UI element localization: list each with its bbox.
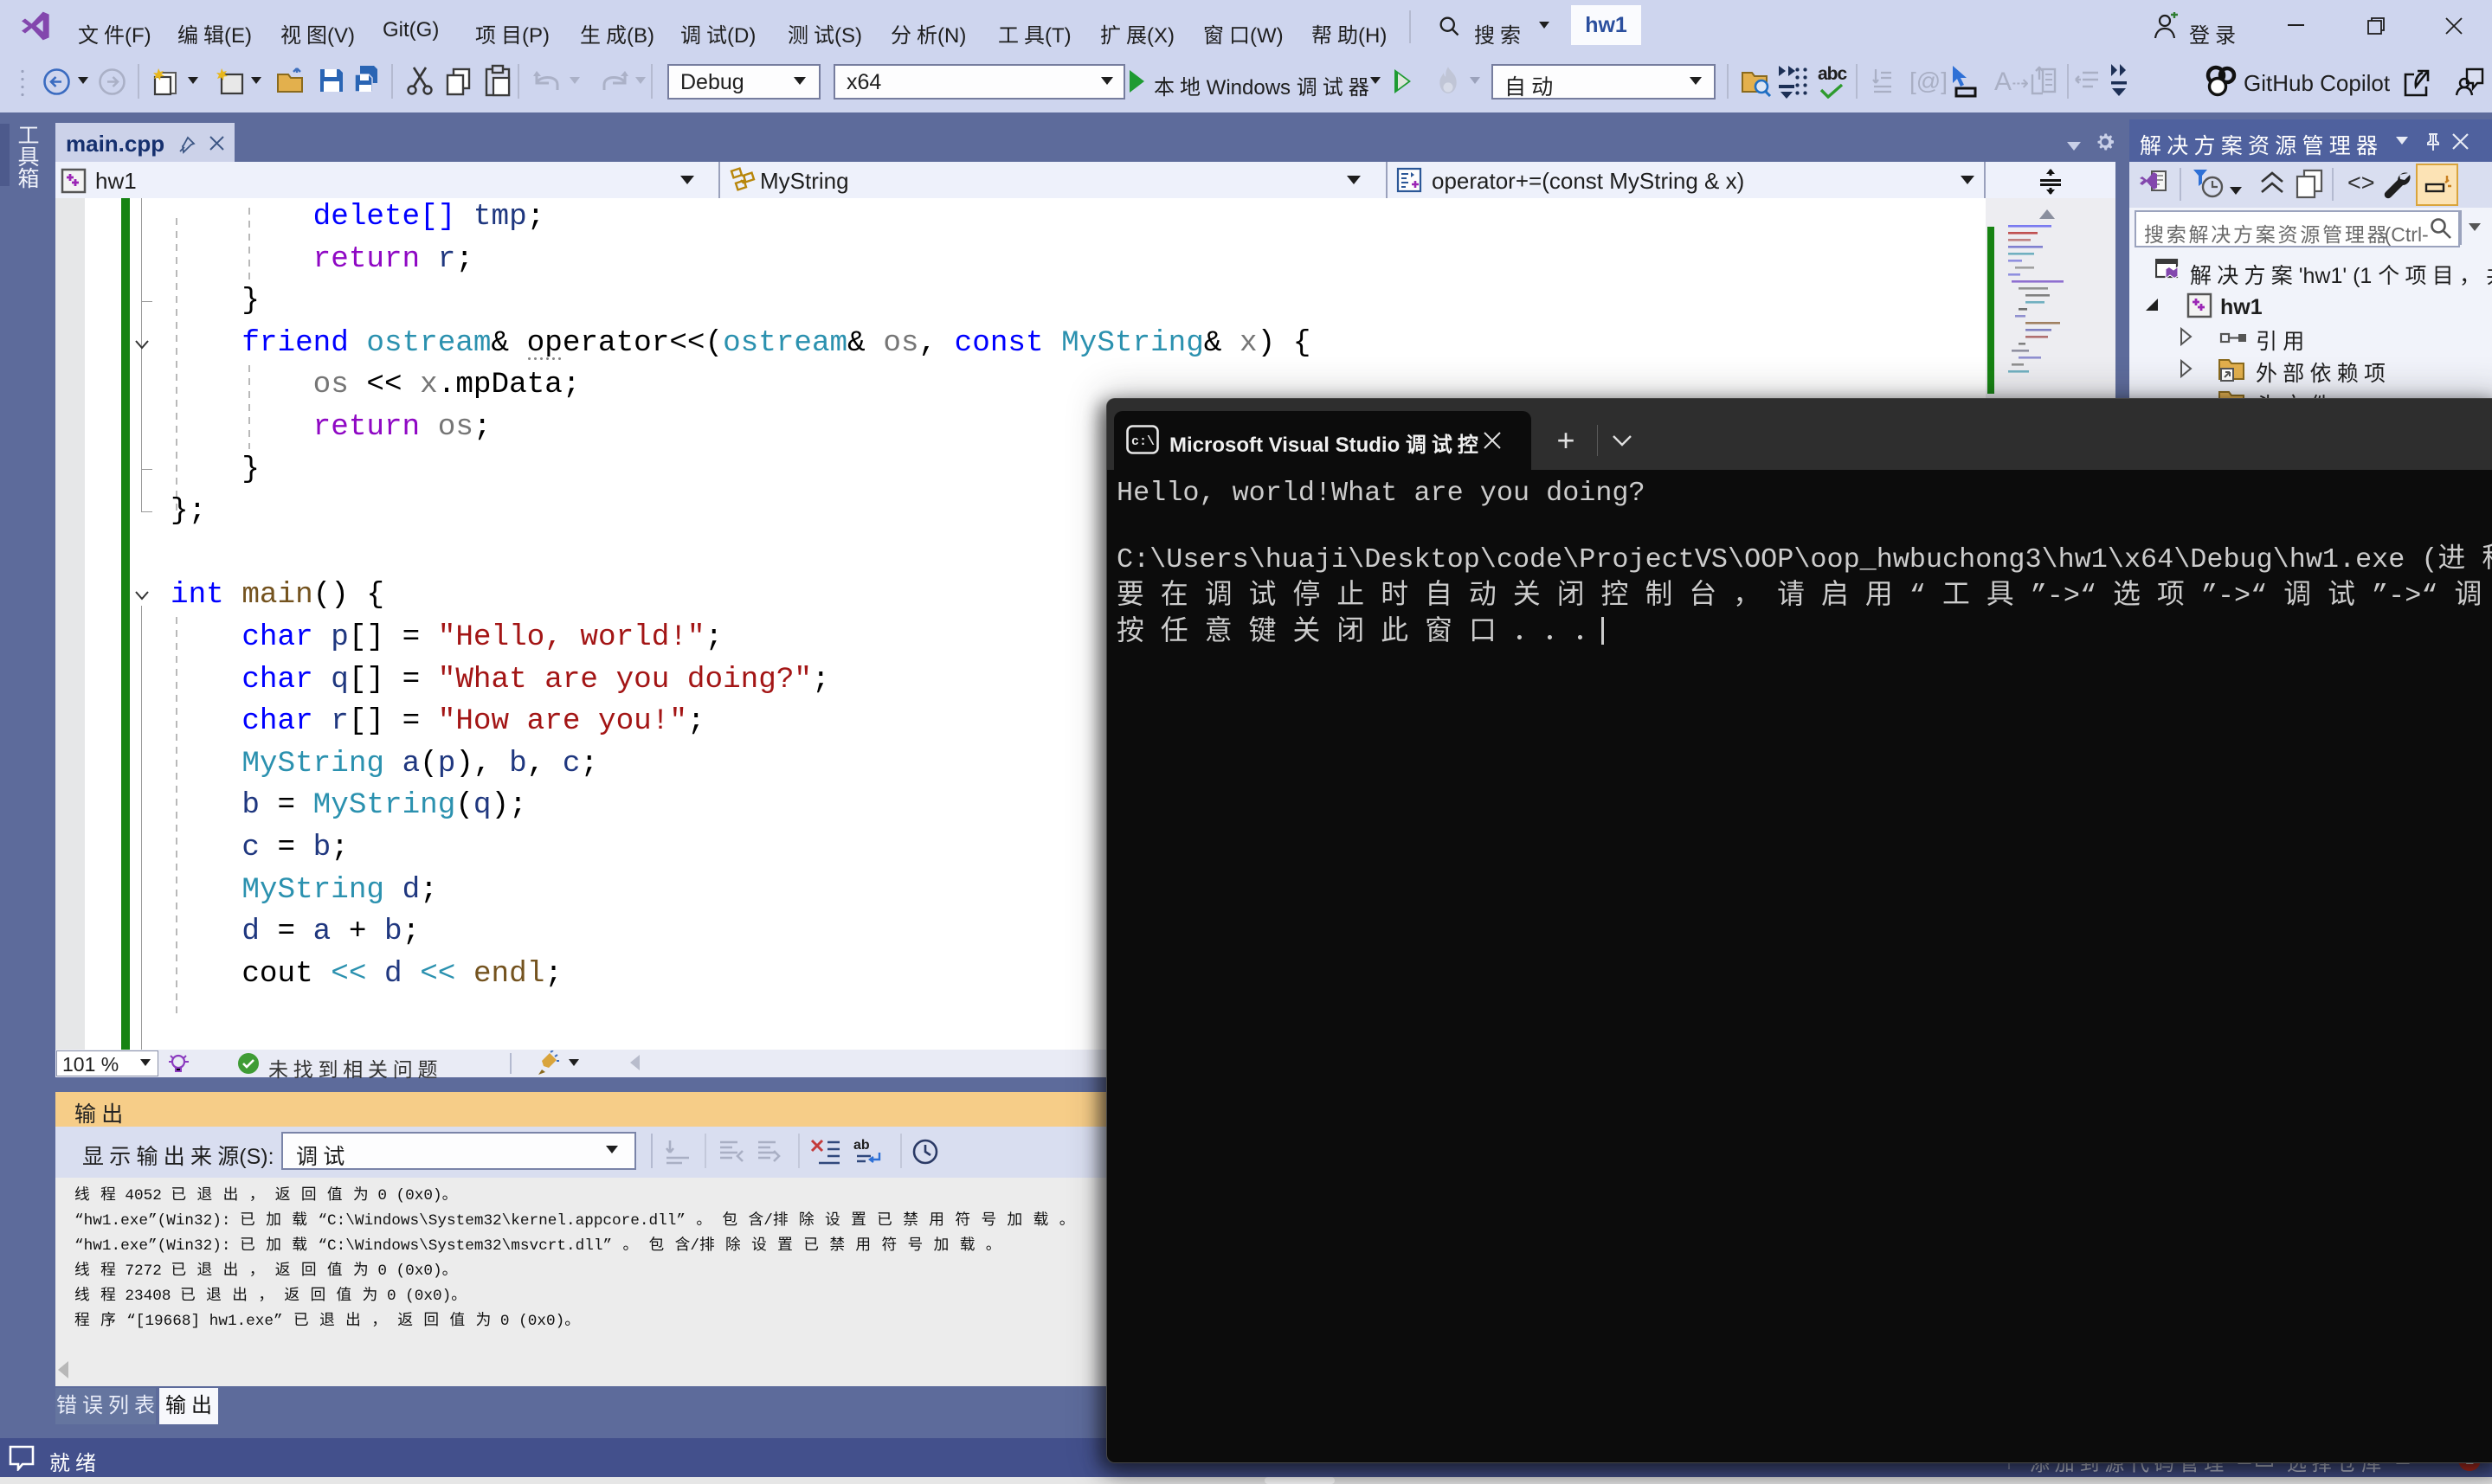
svg-text:c:\: c:\ [1131, 434, 1155, 449]
svg-text:ab: ab [853, 1138, 870, 1153]
